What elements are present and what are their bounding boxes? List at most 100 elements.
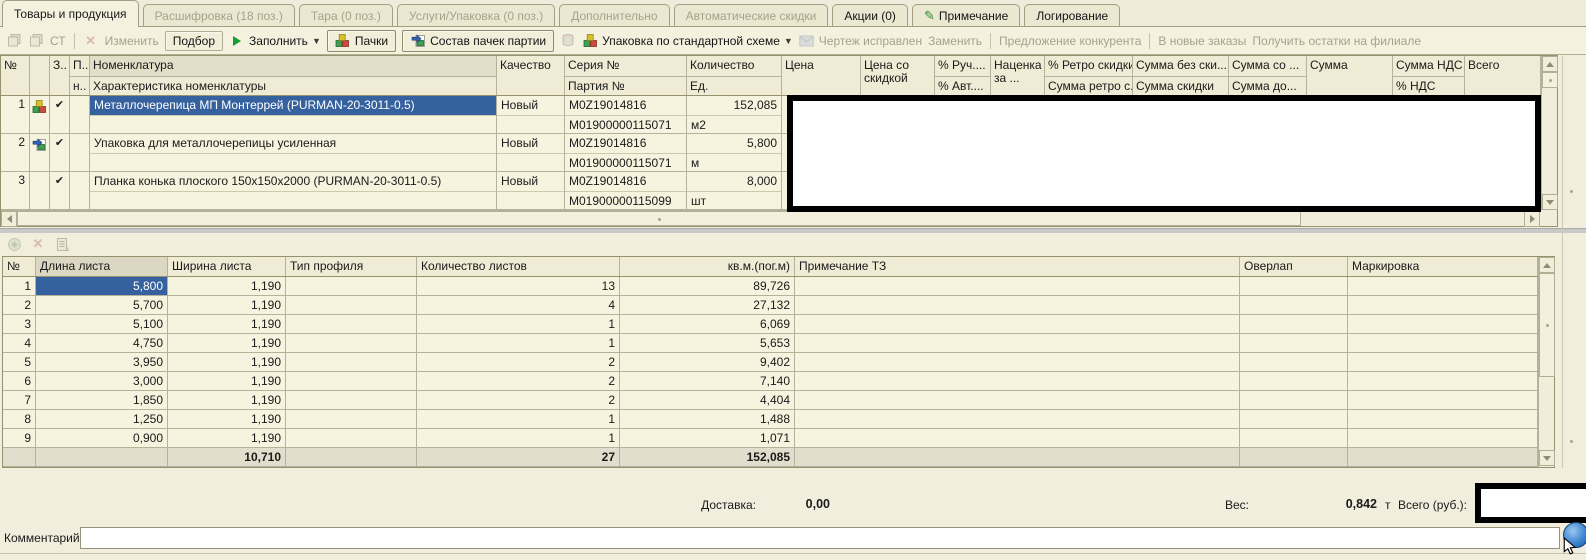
sheet-row-5[interactable]: 53,9501,190 29,402 xyxy=(3,353,1538,372)
cell[interactable] xyxy=(286,391,417,409)
cell[interactable] xyxy=(286,334,417,352)
tab-0[interactable]: Товары и продукция xyxy=(2,0,139,27)
cell[interactable]: 4 xyxy=(3,334,36,352)
cell[interactable] xyxy=(1348,277,1538,295)
toolbar-item-в-новые-заказы[interactable]: В новые заказы xyxy=(1158,34,1246,48)
cell[interactable]: 7 xyxy=(3,391,36,409)
cell[interactable]: 4,404 xyxy=(620,391,795,409)
row-type-icon-cell[interactable] xyxy=(30,96,50,133)
cell[interactable] xyxy=(1240,315,1348,333)
cell[interactable]: 1 xyxy=(3,277,36,295)
cell[interactable]: 1 xyxy=(417,334,620,352)
cell[interactable] xyxy=(795,391,1240,409)
sheet-row-2[interactable]: 25,7001,190427,132 xyxy=(3,296,1538,315)
cell[interactable] xyxy=(286,410,417,428)
cell[interactable] xyxy=(286,372,417,390)
cell[interactable]: 5,653 xyxy=(620,334,795,352)
quantity-cell[interactable]: 8,000шт xyxy=(687,172,782,209)
toolbar-item-заменить[interactable]: Заменить xyxy=(928,34,982,48)
toolbar-item-ст[interactable]: СТ xyxy=(50,34,66,48)
cell[interactable]: 89,726 xyxy=(620,277,795,295)
sheet-row-7[interactable]: 71,8501,19024,404 xyxy=(3,391,1538,410)
cell[interactable]: 1,190 xyxy=(168,429,286,447)
cell[interactable]: 1,190 xyxy=(168,315,286,333)
tab-1[interactable]: Расшифровка (18 поз.) xyxy=(143,4,295,26)
vscroll-thumb[interactable] xyxy=(1542,72,1558,88)
cell[interactable] xyxy=(70,134,90,171)
toolbar-item-delete-x-icon[interactable]: ✕ xyxy=(83,33,99,49)
cell[interactable] xyxy=(1348,372,1538,390)
cell[interactable] xyxy=(1348,410,1538,428)
cell[interactable]: 1,190 xyxy=(168,353,286,371)
cell[interactable]: 6 xyxy=(3,372,36,390)
cell[interactable]: 8 xyxy=(3,410,36,428)
cell[interactable]: 1,250 xyxy=(36,410,168,428)
tab-4[interactable]: Дополнительно xyxy=(559,4,669,26)
series-batch-cell[interactable]: M0Z19014816M01900000115071 xyxy=(565,134,687,171)
tab-8[interactable]: Логирование xyxy=(1024,4,1120,26)
cell[interactable]: 1,071 xyxy=(620,429,795,447)
cell[interactable]: 3,000 xyxy=(36,372,168,390)
cell[interactable] xyxy=(1240,334,1348,352)
cell[interactable]: 1,190 xyxy=(168,372,286,390)
cell[interactable] xyxy=(286,315,417,333)
row-type-icon-cell[interactable] xyxy=(30,134,50,171)
cell[interactable]: 2 xyxy=(417,353,620,371)
cell[interactable] xyxy=(1348,315,1538,333)
cell[interactable] xyxy=(1348,296,1538,314)
tab-7[interactable]: ✎Примечание xyxy=(912,4,1020,26)
cell[interactable] xyxy=(286,429,417,447)
cell[interactable] xyxy=(286,353,417,371)
cell[interactable] xyxy=(1348,353,1538,371)
toolbar-item-подбор[interactable]: Подбор xyxy=(165,31,223,51)
cell[interactable]: 5,700 xyxy=(36,296,168,314)
cell[interactable] xyxy=(1240,391,1348,409)
cell[interactable] xyxy=(1348,391,1538,409)
comment-input[interactable] xyxy=(80,527,1560,549)
nomenclature-name[interactable]: Металлочерепица МП Монтеррей (PURMAN-20-… xyxy=(90,96,496,115)
sheets-vscrollbar[interactable] xyxy=(1538,257,1554,467)
cell[interactable] xyxy=(1240,353,1348,371)
cell[interactable] xyxy=(286,296,417,314)
row-checkbox[interactable]: ✔ xyxy=(50,96,70,133)
cell[interactable] xyxy=(286,277,417,295)
scroll-down-button[interactable] xyxy=(1539,450,1555,466)
cell[interactable]: 5,100 xyxy=(36,315,168,333)
toolbar-item-состав-пачек-партии[interactable]: Состав пачек партии xyxy=(402,30,554,52)
products-hscrollbar[interactable] xyxy=(1,210,1541,226)
vscroll-thumb[interactable] xyxy=(1539,273,1555,377)
cell[interactable] xyxy=(70,172,90,209)
cell[interactable]: 1,190 xyxy=(168,334,286,352)
cell[interactable]: 1,190 xyxy=(168,410,286,428)
cell[interactable] xyxy=(795,372,1240,390)
toolbar-item-delete-x-icon[interactable]: ✕ xyxy=(30,236,46,252)
toolbar-item-copy-list-icon[interactable] xyxy=(54,236,70,252)
series-batch-cell[interactable]: M0Z19014816M01900000115099 xyxy=(565,172,687,209)
row-number[interactable]: 2 xyxy=(1,134,30,171)
cell[interactable]: 1,190 xyxy=(168,296,286,314)
tab-2[interactable]: Тара (0 поз.) xyxy=(299,4,393,26)
row-type-icon-cell[interactable] xyxy=(30,172,50,209)
scroll-down-button[interactable] xyxy=(1542,194,1558,210)
nomenclature-cell[interactable]: Металлочерепица МП Монтеррей (PURMAN-20-… xyxy=(90,96,497,133)
toolbar-item-пачки[interactable]: Пачки xyxy=(327,30,396,52)
cell[interactable] xyxy=(1348,334,1538,352)
cell[interactable]: 5 xyxy=(3,353,36,371)
scroll-up-button[interactable] xyxy=(1542,56,1558,72)
cell[interactable] xyxy=(795,429,1240,447)
scroll-up-button[interactable] xyxy=(1539,257,1555,273)
nomenclature-name[interactable]: Планка конька плоского 150х150х2000 (PUR… xyxy=(90,172,496,191)
cell[interactable] xyxy=(1240,372,1348,390)
cell[interactable] xyxy=(795,410,1240,428)
cell[interactable] xyxy=(795,334,1240,352)
cell[interactable]: 3,950 xyxy=(36,353,168,371)
cell[interactable]: 2 xyxy=(417,372,620,390)
cell[interactable] xyxy=(795,277,1240,295)
tab-5[interactable]: Автоматические скидки xyxy=(674,4,829,26)
cell[interactable]: 9,402 xyxy=(620,353,795,371)
sheet-row-6[interactable]: 63,0001,19027,140 xyxy=(3,372,1538,391)
cell[interactable]: 1,190 xyxy=(168,277,286,295)
cell[interactable]: 3 xyxy=(3,315,36,333)
toolbar-item-layers-icon[interactable] xyxy=(6,33,22,49)
tab-3[interactable]: Услуги/Упаковка (0 поз.) xyxy=(397,4,555,26)
